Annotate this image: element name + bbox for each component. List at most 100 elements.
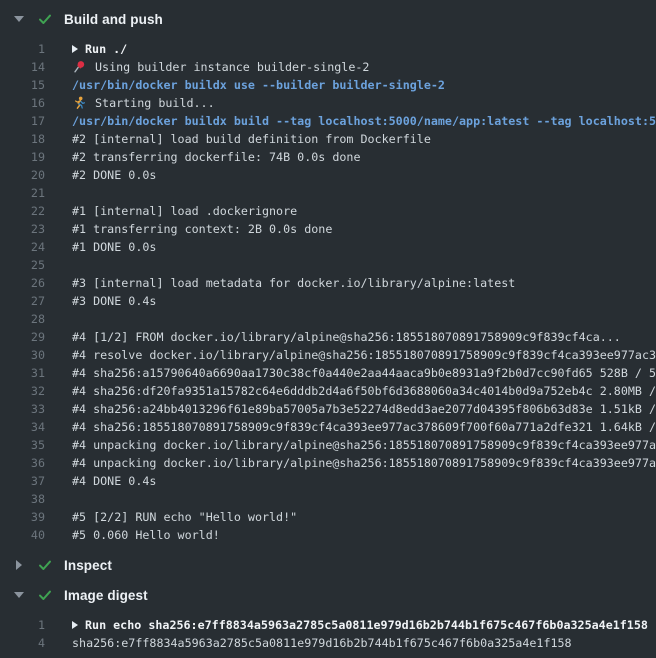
line-number[interactable]: 38 <box>0 490 45 508</box>
line-content: #4 [1/2] FROM docker.io/library/alpine@s… <box>72 328 621 346</box>
log-line: 4 sha256:e7ff8834a5963a2785c5a0811e979d1… <box>0 634 656 652</box>
log-section: Image digest 1 Run echo sha256:e7ff8834a… <box>0 580 656 652</box>
expand-run-arrow-icon[interactable] <box>72 621 78 629</box>
line-number[interactable]: 1 <box>0 40 45 58</box>
line-number[interactable]: 22 <box>0 202 45 220</box>
line-content: #4 sha256:a24bb4013296f61e89ba57005a7b3e… <box>72 400 656 418</box>
line-number[interactable]: 35 <box>0 436 45 454</box>
line-number[interactable]: 37 <box>0 472 45 490</box>
runner-emoji-icon <box>72 96 86 110</box>
success-check-icon <box>37 557 53 573</box>
line-text: sha256:e7ff8834a5963a2785c5a0811e979d16b… <box>72 634 572 652</box>
line-content: /usr/bin/docker buildx build --tag local… <box>72 112 656 130</box>
line-text: #1 DONE 0.0s <box>72 238 156 256</box>
line-content: Starting build... <box>72 94 215 112</box>
line-number[interactable]: 19 <box>0 148 45 166</box>
expand-toggle-icon[interactable] <box>14 592 24 598</box>
log-line: 27 #3 DONE 0.4s <box>0 292 656 310</box>
line-number[interactable]: 23 <box>0 220 45 238</box>
success-check-icon <box>37 11 53 27</box>
line-number[interactable]: 21 <box>0 184 45 202</box>
line-content: #1 [internal] load .dockerignore <box>72 202 297 220</box>
line-content: #4 unpacking docker.io/library/alpine@sh… <box>72 436 656 454</box>
log-line: 17 /usr/bin/docker buildx build --tag lo… <box>0 112 656 130</box>
section-title: Inspect <box>64 558 112 573</box>
line-number[interactable]: 14 <box>0 58 45 76</box>
log-line: 26 #3 [internal] load metadata for docke… <box>0 274 656 292</box>
line-text: #4 unpacking docker.io/library/alpine@sh… <box>72 436 656 454</box>
line-number[interactable]: 34 <box>0 418 45 436</box>
log-section: Inspect <box>0 550 656 580</box>
log-line: 34 #4 sha256:185518070891758909c9f839cf4… <box>0 418 656 436</box>
line-number[interactable]: 36 <box>0 454 45 472</box>
line-number[interactable]: 39 <box>0 508 45 526</box>
line-number[interactable]: 25 <box>0 256 45 274</box>
line-number[interactable]: 30 <box>0 346 45 364</box>
line-number[interactable]: 33 <box>0 400 45 418</box>
line-number[interactable]: 26 <box>0 274 45 292</box>
section-header-image-digest[interactable]: Image digest <box>0 580 656 610</box>
expand-toggle-icon[interactable] <box>14 16 24 22</box>
line-number[interactable]: 16 <box>0 94 45 112</box>
pushpin-emoji-icon <box>72 60 86 74</box>
expand-toggle-icon[interactable] <box>16 560 22 570</box>
log-line: 19 #2 transferring dockerfile: 74B 0.0s … <box>0 148 656 166</box>
log-line: 29 #4 [1/2] FROM docker.io/library/alpin… <box>0 328 656 346</box>
log-line: 33 #4 sha256:a24bb4013296f61e89ba57005a7… <box>0 400 656 418</box>
line-text: #4 resolve docker.io/library/alpine@sha2… <box>72 346 656 364</box>
line-content: #4 DONE 0.4s <box>72 472 156 490</box>
log-line: 30 #4 resolve docker.io/library/alpine@s… <box>0 346 656 364</box>
line-content: #3 DONE 0.4s <box>72 292 156 310</box>
line-number[interactable]: 27 <box>0 292 45 310</box>
line-text: #1 transferring context: 2B 0.0s done <box>72 220 332 238</box>
line-number[interactable]: 1 <box>0 616 45 634</box>
line-text: Starting build... <box>95 94 215 112</box>
line-number[interactable]: 4 <box>0 634 45 652</box>
line-number[interactable]: 28 <box>0 310 45 328</box>
log-line: 21 <box>0 184 656 202</box>
section-header-build-and-push[interactable]: Build and push <box>0 4 656 34</box>
line-text: #2 DONE 0.0s <box>72 166 156 184</box>
line-content: Run ./ <box>72 40 127 58</box>
log-line: 35 #4 unpacking docker.io/library/alpine… <box>0 436 656 454</box>
line-text: #4 sha256:a15790640a6690aa1730c38cf0a440… <box>72 364 656 382</box>
log-line: 36 #4 unpacking docker.io/library/alpine… <box>0 454 656 472</box>
section-header-inspect[interactable]: Inspect <box>0 550 656 580</box>
line-text: Run ./ <box>85 40 127 58</box>
line-text: Using builder instance builder-single-2 <box>95 58 369 76</box>
line-content: #2 [internal] load build definition from… <box>72 130 431 148</box>
line-content: #4 sha256:185518070891758909c9f839cf4ca3… <box>72 418 656 436</box>
line-content: Run echo sha256:e7ff8834a5963a2785c5a081… <box>72 616 648 634</box>
line-text: /usr/bin/docker buildx use --builder bui… <box>72 76 445 94</box>
line-text: #4 DONE 0.4s <box>72 472 156 490</box>
log-line: 24 #1 DONE 0.0s <box>0 238 656 256</box>
line-content: sha256:e7ff8834a5963a2785c5a0811e979d16b… <box>72 634 572 652</box>
log-line: 20 #2 DONE 0.0s <box>0 166 656 184</box>
line-number[interactable]: 15 <box>0 76 45 94</box>
line-number[interactable]: 40 <box>0 526 45 544</box>
line-content: #4 sha256:a15790640a6690aa1730c38cf0a440… <box>72 364 656 382</box>
line-content: #5 [2/2] RUN echo "Hello world!" <box>72 508 297 526</box>
line-number[interactable]: 31 <box>0 364 45 382</box>
log-line: 32 #4 sha256:df20fa9351a15782c64e6dddb2d… <box>0 382 656 400</box>
line-text: #5 0.060 Hello world! <box>72 526 220 544</box>
line-number[interactable]: 32 <box>0 382 45 400</box>
line-number[interactable]: 18 <box>0 130 45 148</box>
section-lines: 1 Run ./ 14 Using builder instance build… <box>0 40 656 544</box>
line-content: #2 transferring dockerfile: 74B 0.0s don… <box>72 148 361 166</box>
line-text: #4 sha256:df20fa9351a15782c64e6dddb2d4a6… <box>72 382 656 400</box>
line-number[interactable]: 29 <box>0 328 45 346</box>
line-number[interactable]: 24 <box>0 238 45 256</box>
workflow-log: Build and push 1 Run ./ 14 Using builder… <box>0 0 656 652</box>
line-number[interactable]: 17 <box>0 112 45 130</box>
log-line: 1 Run ./ <box>0 40 656 58</box>
log-line: 23 #1 transferring context: 2B 0.0s done <box>0 220 656 238</box>
line-text: #3 DONE 0.4s <box>72 292 156 310</box>
line-text: #1 [internal] load .dockerignore <box>72 202 297 220</box>
expand-run-arrow-icon[interactable] <box>72 45 78 53</box>
log-line: 18 #2 [internal] load build definition f… <box>0 130 656 148</box>
log-line: 15 /usr/bin/docker buildx use --builder … <box>0 76 656 94</box>
line-text: #4 sha256:185518070891758909c9f839cf4ca3… <box>72 418 656 436</box>
line-number[interactable]: 20 <box>0 166 45 184</box>
log-line: 14 Using builder instance builder-single… <box>0 58 656 76</box>
